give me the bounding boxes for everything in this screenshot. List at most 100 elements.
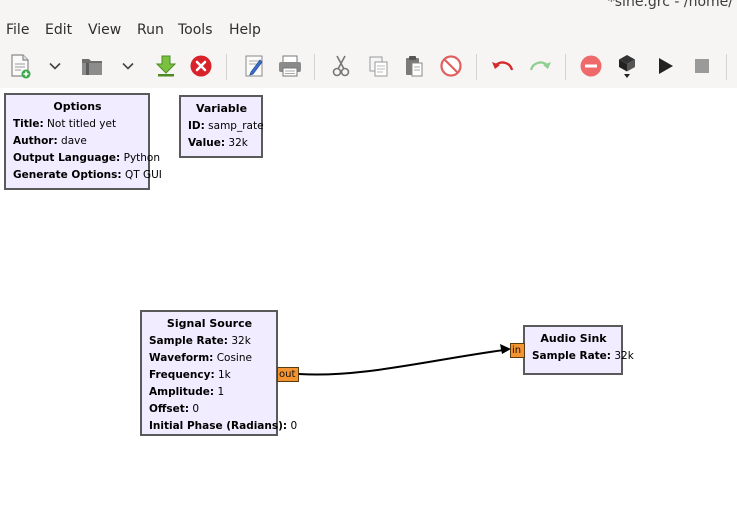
flowgraph-canvas[interactable]: Options Title: Not titled yet Author: da… xyxy=(0,88,737,531)
toolbar-separator xyxy=(226,54,227,80)
delete-button[interactable] xyxy=(437,46,465,86)
menu-bar: File Edit View Run Tools Help xyxy=(0,18,737,46)
delete-icon xyxy=(440,55,462,77)
param-value: 32k xyxy=(228,137,248,149)
save-download-icon xyxy=(155,55,177,77)
block-param: Amplitude: 1 xyxy=(149,384,270,401)
cut-icon xyxy=(332,55,350,77)
new-dropdown-button[interactable] xyxy=(44,46,66,86)
signal-source-block[interactable]: Signal Source Sample Rate: 32k Waveform:… xyxy=(140,310,297,436)
bypass-block-button[interactable] xyxy=(613,46,641,86)
param-label: Sample Rate: xyxy=(532,350,611,362)
param-label: Offset: xyxy=(149,403,190,415)
open-dropdown-button[interactable] xyxy=(117,46,139,86)
new-document-button[interactable] xyxy=(6,46,34,86)
variable-block[interactable]: Variable ID: samp_rate Value: 32k xyxy=(179,95,264,158)
param-label: Frequency: xyxy=(149,369,215,381)
block-param: Title: Not titled yet xyxy=(13,116,142,133)
menu-view[interactable]: View xyxy=(88,22,121,38)
open-dropdown-chevron-icon xyxy=(122,62,134,70)
block-param: Author: dave xyxy=(13,133,142,150)
save-button[interactable] xyxy=(152,46,180,86)
open-button[interactable] xyxy=(78,46,106,86)
undo-icon xyxy=(492,61,514,71)
block-param: Waveform: Cosine xyxy=(149,350,270,367)
options-block[interactable]: Options Title: Not titled yet Author: da… xyxy=(4,93,162,190)
new-dropdown-chevron-icon xyxy=(49,62,61,70)
audio-sink-block[interactable]: Audio Sink Sample Rate: 32k xyxy=(523,325,634,375)
block-param: Initial Phase (Radians): 0 xyxy=(149,418,297,435)
stop-button[interactable] xyxy=(688,46,716,86)
in-port[interactable]: in xyxy=(510,343,525,358)
disable-block-icon xyxy=(580,55,602,77)
param-value: dave xyxy=(61,135,87,147)
block-param: Value: 32k xyxy=(188,135,255,152)
open-folder-icon xyxy=(82,59,102,75)
connection-line[interactable] xyxy=(298,349,505,376)
redo-button[interactable] xyxy=(526,46,554,86)
param-label: Output Language: xyxy=(13,152,121,164)
block-param: Generate Options: QT GUI xyxy=(13,167,162,184)
block-param: Frequency: 1k xyxy=(149,367,270,384)
out-port[interactable]: out xyxy=(277,367,299,382)
param-label: ID: xyxy=(188,120,205,132)
run-button[interactable] xyxy=(651,46,679,86)
menu-edit[interactable]: Edit xyxy=(45,22,72,38)
param-label: Sample Rate: xyxy=(149,335,228,347)
param-value: 0 xyxy=(192,403,200,415)
toolbar-separator xyxy=(726,54,727,80)
param-label: Title: xyxy=(13,118,44,130)
close-button[interactable] xyxy=(187,46,215,86)
stop-icon xyxy=(695,59,709,73)
param-value: 32k xyxy=(614,350,634,362)
block-param: Offset: 0 xyxy=(149,401,270,418)
param-value: 0 xyxy=(290,420,298,432)
window-title: *sine.grc - /home/ xyxy=(607,0,733,10)
print-button[interactable] xyxy=(276,46,304,86)
edit-properties-icon xyxy=(245,55,263,77)
param-label: Author: xyxy=(13,135,58,147)
param-label: Value: xyxy=(188,137,226,149)
toolbar-separator xyxy=(565,54,566,80)
param-value: Not titled yet xyxy=(47,118,117,130)
toolbar xyxy=(0,46,737,88)
block-title: Signal Source xyxy=(166,317,253,330)
undo-button[interactable] xyxy=(489,46,517,86)
param-value: QT GUI xyxy=(124,169,162,181)
block-title: Audio Sink xyxy=(540,332,607,345)
block-param: Sample Rate: 32k xyxy=(149,333,270,350)
menu-tools[interactable]: Tools xyxy=(178,22,213,38)
param-value: Python xyxy=(123,152,161,164)
copy-icon xyxy=(369,56,388,77)
block-param: ID: samp_rate xyxy=(188,118,264,135)
bypass-block-icon xyxy=(619,55,635,78)
param-value: 1 xyxy=(217,386,225,398)
new-document-icon xyxy=(11,54,31,79)
paste-icon xyxy=(406,56,423,77)
param-value: Cosine xyxy=(216,352,252,364)
run-play-icon xyxy=(659,58,673,74)
print-icon xyxy=(279,55,301,77)
param-value: 32k xyxy=(231,335,251,347)
paste-button[interactable] xyxy=(400,46,428,86)
disable-block-button[interactable] xyxy=(577,46,605,86)
block-param: Output Language: Python xyxy=(13,150,160,167)
param-label: Generate Options: xyxy=(13,169,122,181)
close-icon xyxy=(190,55,212,77)
block-title: Options xyxy=(53,100,102,113)
toolbar-separator xyxy=(314,54,315,80)
menu-run[interactable]: Run xyxy=(137,22,164,38)
param-label: Initial Phase (Radians): xyxy=(149,420,288,432)
properties-button[interactable] xyxy=(240,46,268,86)
param-value: samp_rate xyxy=(208,120,264,132)
title-bar: *sine.grc - /home/ xyxy=(0,0,737,18)
copy-button[interactable] xyxy=(364,46,392,86)
toolbar-separator xyxy=(476,54,477,80)
menu-file[interactable]: File xyxy=(6,22,29,38)
menu-help[interactable]: Help xyxy=(229,22,261,38)
block-title: Variable xyxy=(195,102,248,115)
cut-button[interactable] xyxy=(327,46,355,86)
param-label: Waveform: xyxy=(149,352,214,364)
param-label: Amplitude: xyxy=(149,386,215,398)
param-value: 1k xyxy=(218,369,231,381)
